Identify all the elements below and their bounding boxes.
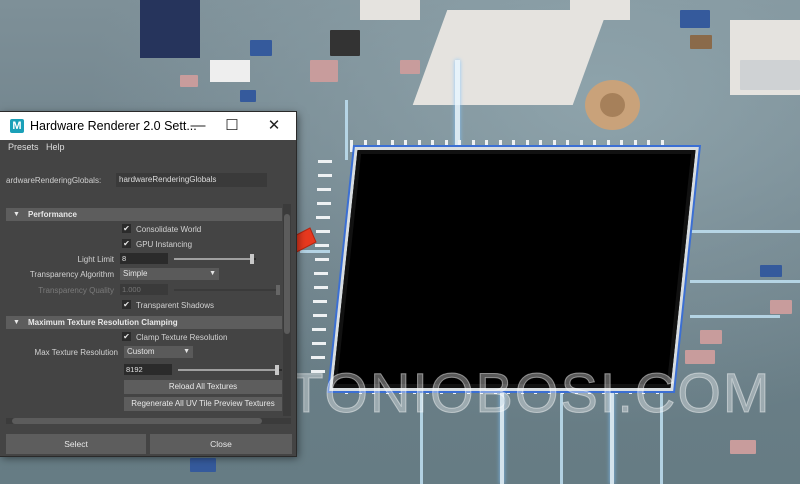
reload-all-textures-button[interactable]: Reload All Textures [124,380,282,394]
smd-component [240,90,256,102]
transparency-algorithm-dropdown[interactable]: Simple ▼ [120,268,219,280]
custom-resolution-field[interactable]: 8192 [124,364,172,375]
smd-component [680,10,710,28]
select-button[interactable]: Select [6,434,146,454]
close-button[interactable]: Close [150,434,292,454]
menu-presets[interactable]: Presets [8,142,39,152]
smd-component [760,265,782,277]
section-title: Maximum Texture Resolution Clamping [28,318,178,327]
transparent-shadows-checkbox[interactable]: ✔ [122,300,131,309]
menu-help[interactable]: Help [46,142,65,152]
chevron-down-icon: ▼ [209,270,216,277]
settings-scroll-area[interactable]: ▼ Performance ✔ Consolidate World ✔ GPU … [6,204,282,416]
clamp-texture-label: Clamp Texture Resolution [136,333,228,342]
title-bar[interactable]: M Hardware Renderer 2.0 Sett... — ☐ ✕ [0,112,296,140]
chip-pin [350,140,353,152]
chip-pin [317,174,332,177]
circuit-trace [690,315,780,318]
globals-node-field[interactable]: hardwareRenderingGlobals [116,173,267,187]
transparency-quality-label: Transparency Quality [38,286,114,295]
menu-bar: Presets Help [0,140,296,156]
cpu-chip [332,150,696,388]
maximize-button[interactable]: ☐ [220,115,244,137]
custom-resolution-slider[interactable] [178,369,282,371]
section-title: Performance [28,210,77,219]
transparent-shadows-label: Transparent Shadows [136,301,214,310]
max-texture-resolution-dropdown[interactable]: Custom ▼ [124,346,193,358]
circuit-trace [690,280,800,283]
smd-component [770,300,792,314]
circuit-trace [680,230,800,233]
max-texture-resolution-label: Max Texture Resolution [34,348,118,357]
chip-pin [312,328,326,331]
chip-pin [318,160,332,163]
circuit-trace [345,100,348,160]
white-component [360,0,420,20]
light-limit-slider-handle[interactable] [249,254,254,264]
chip-pin [311,342,326,345]
transparency-quality-slider-handle [276,285,280,295]
custom-resolution-slider-fill [178,369,277,371]
collapse-triangle-icon: ▼ [13,319,20,326]
white-component [570,0,630,20]
window-title: Hardware Renderer 2.0 Sett... [30,119,197,133]
consolidate-world-checkbox[interactable]: ✔ [122,224,131,233]
chip-pin [316,216,330,219]
close-window-button[interactable]: ✕ [262,115,286,137]
smd-component [310,60,338,82]
consolidate-world-label: Consolidate World [136,225,202,234]
chip-pin [316,202,331,205]
light-limit-field[interactable]: 8 [120,253,168,264]
chip-pin [313,300,327,303]
light-limit-label: Light Limit [77,255,114,264]
section-performance[interactable]: ▼ Performance [6,208,282,221]
vertical-scrollbar-thumb[interactable] [284,214,290,334]
smd-component [730,440,756,454]
navy-component [140,0,200,58]
max-texture-resolution-value: Custom [127,347,155,356]
transparency-algorithm-value: Simple [123,269,148,278]
smd-component [190,458,216,472]
circuit-trace [455,60,460,150]
transparency-algorithm-label: Transparency Algorithm [29,270,114,279]
section-texture-clamping[interactable]: ▼ Maximum Texture Resolution Clamping [6,316,282,329]
smd-component [740,60,800,90]
light-limit-slider-fill [174,258,252,260]
collapse-triangle-icon: ▼ [13,211,20,218]
vertical-scrollbar[interactable] [283,204,291,416]
minimize-button[interactable]: — [186,115,210,137]
maya-app-icon: M [10,119,24,133]
gpu-instancing-checkbox[interactable]: ✔ [122,239,131,248]
white-component [210,60,250,82]
horizontal-scrollbar-thumb[interactable] [12,418,262,424]
chip-pin [312,314,327,317]
transparency-quality-field: 1.000 [120,284,168,295]
regenerate-uv-previews-button[interactable]: Regenerate All UV Tile Preview Textures [124,397,282,411]
smd-component [400,60,420,74]
light-limit-slider[interactable] [174,258,256,260]
clamp-texture-checkbox[interactable]: ✔ [122,332,131,341]
chevron-down-icon: ▼ [183,348,190,355]
horizontal-scrollbar[interactable] [6,418,291,424]
smd-component [700,330,722,344]
smd-component [250,40,272,56]
transparency-quality-slider [174,289,278,291]
custom-resolution-slider-handle[interactable] [274,365,279,375]
smd-component [180,75,198,87]
smd-component [330,30,360,56]
smd-component [690,35,712,49]
chip-pin [311,356,325,359]
hardware-renderer-window: M Hardware Renderer 2.0 Sett... — ☐ ✕ Pr… [0,112,296,456]
gpu-instancing-label: GPU Instancing [136,240,193,249]
globals-node-label: ardwareRenderingGlobals: [6,176,102,185]
copper-pad [600,93,625,117]
chip-pin [317,188,331,191]
